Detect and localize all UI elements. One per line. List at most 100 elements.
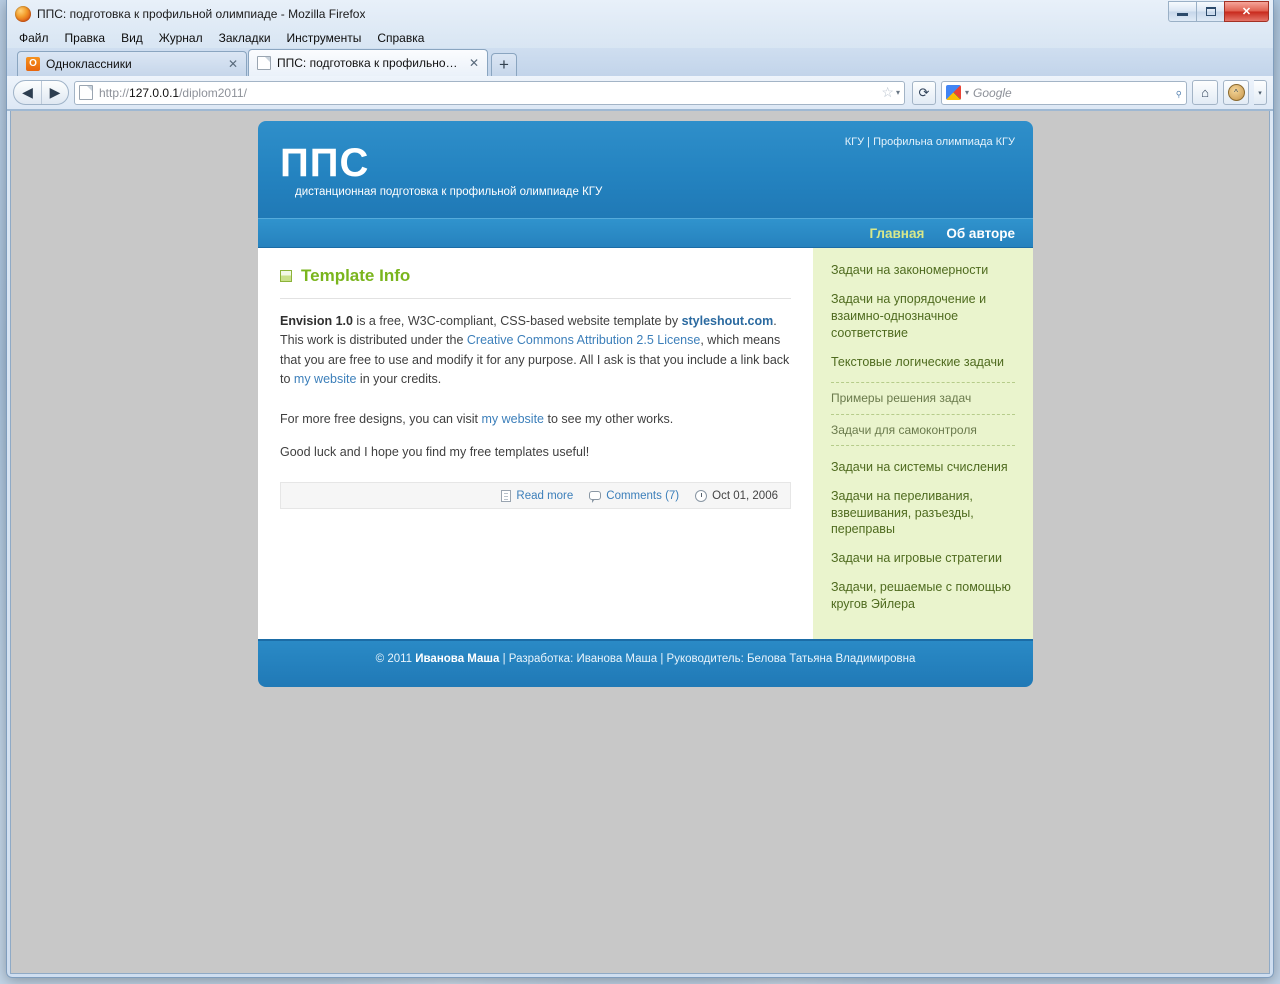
url-path: /diplom2011/ — [179, 85, 247, 100]
chevron-down-icon[interactable]: ▾ — [896, 88, 900, 97]
post-heading: Template Info — [280, 266, 791, 299]
sidebar-link[interactable]: Задачи для самоконтроля — [831, 422, 1015, 438]
menu-item-view[interactable]: Вид — [121, 31, 143, 45]
sidebar-item-number-systems[interactable]: Задачи на системы счисления — [831, 459, 1015, 476]
post-paragraph-3: Good luck and I hope you find my free te… — [280, 444, 590, 459]
comment-bubble-icon — [589, 491, 602, 504]
close-button[interactable]: ✕ — [1224, 1, 1269, 22]
site-logo[interactable]: ППС — [280, 143, 1011, 183]
reload-button[interactable]: ⟳ — [912, 80, 936, 105]
p2-post: to see my other works. — [544, 411, 674, 426]
sidebar-link[interactable]: Примеры решения задач — [831, 390, 1015, 406]
tab-pps[interactable]: ППС: подготовка к профильной ол... ✕ — [248, 49, 488, 76]
comments-link[interactable]: Comments (7) — [606, 490, 679, 502]
tab-odnoklassniki[interactable]: O Одноклассники ✕ — [17, 51, 247, 76]
page-icon — [257, 56, 271, 70]
window-title: ППС: подготовка к профильной олимпиаде -… — [37, 6, 366, 21]
sidebar-list-secondary: Задачи на системы счисления Задачи на пе… — [831, 459, 1015, 613]
page-identity-icon — [79, 85, 93, 100]
nav-item-about[interactable]: Об авторе — [946, 226, 1015, 241]
title-bar: ППС: подготовка к профильной олимпиаде -… — [7, 0, 1273, 27]
google-icon[interactable] — [946, 85, 961, 100]
meta-comments[interactable]: Comments (7) — [589, 490, 679, 504]
footer-text: © 2011 Иванова Маша | Разработка: Иванов… — [376, 653, 916, 665]
header-top-links[interactable]: КГУ | Профильна олимпиада КГУ — [845, 136, 1015, 148]
addon-button[interactable]: ^ — [1223, 80, 1249, 105]
link-my-website-1[interactable]: my website — [294, 372, 357, 386]
read-more-link[interactable]: Read more — [516, 490, 573, 502]
sidebar-link[interactable]: Задачи на системы счисления — [831, 459, 1015, 476]
search-bar[interactable]: ▾ Google ⌕ — [941, 80, 1187, 105]
sidebar-item-selfcheck[interactable]: Задачи для самоконтроля — [831, 415, 1015, 446]
footer-copyright: © 2011 — [375, 652, 416, 665]
address-bar[interactable]: http://127.0.0.1/diplom2011/ ☆ ▾ — [74, 80, 905, 105]
search-input[interactable]: Google — [973, 86, 1171, 100]
link-my-website-2[interactable]: my website — [481, 412, 544, 426]
p1-after3: in your credits. — [356, 372, 442, 387]
url-prefix: http:// — [99, 85, 130, 100]
minimize-button[interactable] — [1168, 1, 1197, 22]
chevron-down-icon[interactable]: ▾ — [965, 88, 969, 97]
tab-label: ППС: подготовка к профильной ол... — [277, 56, 461, 70]
sidebar-link[interactable]: Задачи на упорядочение и взаимно-однозна… — [831, 291, 1015, 342]
window-controls: ✕ — [1168, 1, 1269, 22]
url-text: http://127.0.0.1/diplom2011/ — [99, 86, 875, 100]
menu-item-help[interactable]: Справка — [377, 31, 424, 45]
sidebar-link[interactable]: Задачи на игровые стратегии — [831, 550, 1015, 567]
back-button-icon[interactable]: ◀ — [14, 81, 41, 104]
post-date: Oct 01, 2006 — [712, 489, 778, 502]
forward-button-icon[interactable]: ▶ — [41, 81, 68, 104]
clock-icon — [695, 489, 708, 502]
menu-item-file[interactable]: Файл — [19, 31, 49, 45]
sidebar-item-text-logic[interactable]: Текстовые логические задачи — [831, 354, 1015, 371]
maximize-button[interactable] — [1196, 1, 1225, 22]
sidebar-item-game-strategies[interactable]: Задачи на игровые стратегии — [831, 550, 1015, 567]
site-body: Template Info Envision 1.0 is a free, W3… — [258, 248, 1033, 639]
site-footer: © 2011 Иванова Маша | Разработка: Иванов… — [258, 638, 1033, 687]
sidebar-link[interactable]: Текстовые логические задачи — [831, 354, 1015, 371]
post-paragraph-1: Envision 1.0 is a free, W3C-compliant, C… — [280, 312, 791, 390]
toolbar-overflow-icon[interactable]: ▾ — [1254, 80, 1267, 105]
sidebar-link[interactable]: Задачи на переливания, взвешивания, разъ… — [831, 488, 1015, 539]
sidebar-link[interactable]: Задачи на закономерности — [831, 262, 1015, 279]
link-license[interactable]: Creative Commons Attribution 2.5 License — [467, 333, 700, 347]
site-header: КГУ | Профильна олимпиада КГУ ППС дистан… — [258, 121, 1033, 218]
page-square-icon — [280, 270, 292, 282]
site-navigation: Главная Об авторе — [258, 218, 1033, 248]
menu-item-history[interactable]: Журнал — [159, 31, 203, 45]
search-icon[interactable]: ⌕ — [1170, 84, 1186, 100]
tab-close-icon[interactable]: ✕ — [467, 56, 481, 70]
tab-close-icon[interactable]: ✕ — [226, 57, 240, 71]
odnoklassniki-icon: O — [26, 57, 40, 71]
nav-item-home[interactable]: Главная — [869, 226, 924, 241]
menu-item-edit[interactable]: Правка — [65, 31, 106, 45]
sidebar-link[interactable]: Задачи, решаемые с помощью кругов Эйлера — [831, 579, 1015, 613]
post-paragraph-2: For more free designs, you can visit my … — [280, 410, 791, 429]
minimize-icon — [1177, 13, 1188, 16]
link-styleshout[interactable]: styleshout.com — [682, 314, 774, 328]
address-bar-actions: ☆ ▾ — [881, 84, 900, 101]
menu-item-tools[interactable]: Инструменты — [287, 31, 362, 45]
menu-item-bookmarks[interactable]: Закладки — [219, 31, 271, 45]
sidebar-item-euler-circles[interactable]: Задачи, решаемые с помощью кругов Эйлера — [831, 579, 1015, 613]
new-tab-button[interactable]: + — [491, 53, 517, 76]
post-title-text: Template Info — [301, 266, 411, 285]
template-name: Envision 1.0 — [280, 314, 353, 328]
home-button[interactable]: ⌂ — [1192, 80, 1218, 105]
page-viewport: КГУ | Профильна олимпиада КГУ ППС дистан… — [10, 111, 1270, 974]
website-container: КГУ | Профильна олимпиада КГУ ППС дистан… — [258, 121, 1033, 687]
maximize-icon — [1205, 7, 1216, 16]
post-body: Envision 1.0 is a free, W3C-compliant, C… — [280, 299, 791, 510]
meta-read-more[interactable]: Read more — [501, 489, 573, 502]
sidebar: Задачи на закономерности Задачи на упоря… — [813, 248, 1033, 639]
main-content: Template Info Envision 1.0 is a free, W3… — [258, 248, 813, 639]
post-meta-bar: Read more Comments (7) Oct 01, 2006 — [280, 482, 791, 510]
sidebar-item-pouring[interactable]: Задачи на переливания, взвешивания, разъ… — [831, 488, 1015, 539]
sidebar-item-ordering[interactable]: Задачи на упорядочение и взаимно-однозна… — [831, 291, 1015, 342]
back-forward-group: ◀ ▶ — [13, 80, 69, 105]
sidebar-item-patterns[interactable]: Задачи на закономерности — [831, 262, 1015, 279]
footer-author: Иванова Маша — [415, 652, 500, 665]
bookmark-star-icon[interactable]: ☆ — [881, 84, 894, 101]
sidebar-item-examples[interactable]: Примеры решения задач — [831, 382, 1015, 415]
navigation-toolbar: ◀ ▶ http://127.0.0.1/diplom2011/ ☆ ▾ ⟳ ▾… — [7, 76, 1273, 110]
